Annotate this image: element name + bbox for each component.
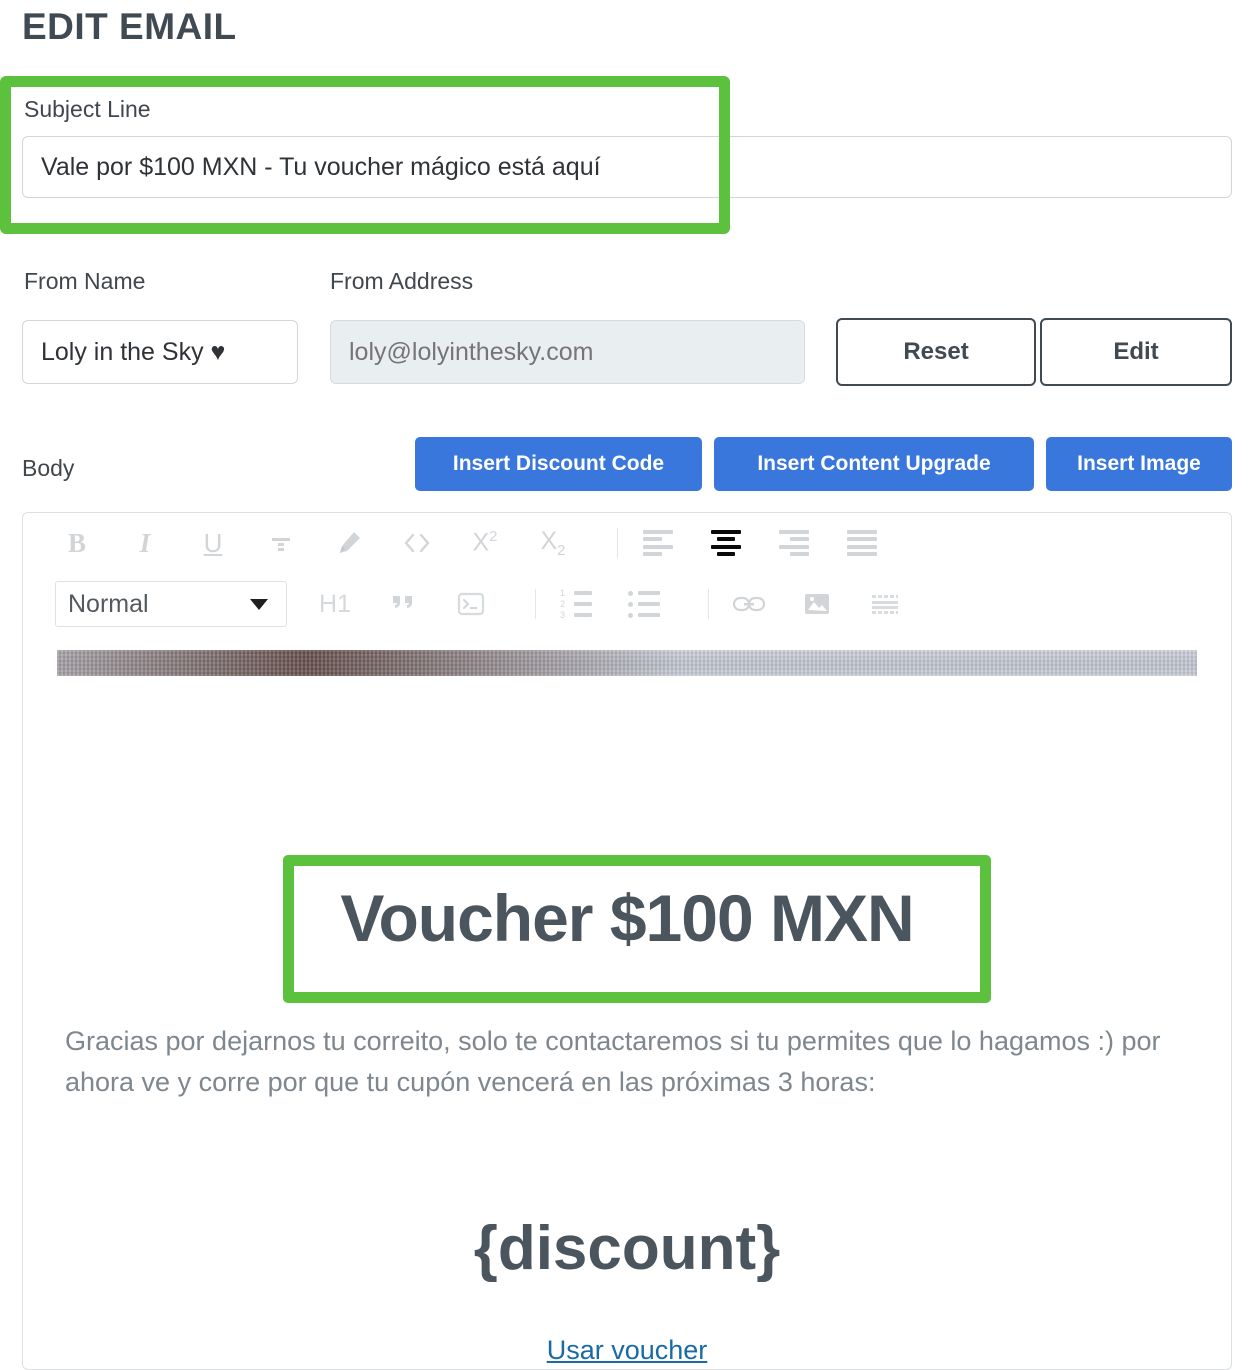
table-icon[interactable] bbox=[863, 582, 907, 626]
link-icon[interactable] bbox=[727, 582, 771, 626]
use-voucher-link-row: Usar voucher bbox=[23, 1335, 1231, 1366]
email-heading: Voucher $100 MXN bbox=[340, 881, 914, 955]
toolbar-divider bbox=[708, 589, 709, 619]
highlighter-icon[interactable] bbox=[327, 521, 371, 565]
insert-content-upgrade-button[interactable]: Insert Content Upgrade bbox=[714, 437, 1034, 491]
align-right-icon[interactable] bbox=[772, 521, 816, 565]
underline-icon[interactable]: U bbox=[191, 521, 235, 565]
strikethrough-icon[interactable] bbox=[259, 521, 303, 565]
subscript-icon[interactable]: X2 bbox=[531, 521, 575, 565]
page-title: EDIT EMAIL bbox=[22, 6, 237, 47]
blockquote-icon[interactable] bbox=[381, 582, 425, 626]
edit-button[interactable]: Edit bbox=[1040, 318, 1232, 386]
align-left-icon[interactable] bbox=[636, 521, 680, 565]
rich-text-editor: B I U X2 X2 Normal H1 1 2 3 Voucher $100… bbox=[22, 512, 1232, 1370]
subject-line-input[interactable] bbox=[22, 136, 1232, 198]
toolbar-row-blocks: Normal H1 1 2 3 bbox=[23, 573, 1231, 635]
format-select-value: Normal bbox=[68, 589, 149, 618]
from-address-input[interactable] bbox=[330, 320, 805, 384]
toolbar-divider bbox=[617, 528, 618, 558]
code-block-icon[interactable] bbox=[449, 582, 493, 626]
ordered-list-icon[interactable]: 1 2 3 bbox=[554, 582, 598, 626]
hero-image-strip bbox=[57, 650, 1197, 676]
discount-token: {discount} bbox=[473, 1214, 781, 1283]
italic-icon[interactable]: I bbox=[123, 521, 167, 565]
from-name-input[interactable] bbox=[22, 320, 298, 384]
bullet-list-icon[interactable] bbox=[622, 582, 666, 626]
from-address-label: From Address bbox=[330, 268, 474, 294]
align-justify-icon[interactable] bbox=[840, 521, 884, 565]
insert-discount-code-button[interactable]: Insert Discount Code bbox=[415, 437, 702, 491]
chevron-down-icon bbox=[250, 598, 268, 610]
email-paragraph: Gracias por dejarnos tu correito, solo t… bbox=[65, 1026, 1161, 1098]
image-icon[interactable] bbox=[795, 582, 839, 626]
edit-email-page: EDIT EMAIL Subject Line From Name From A… bbox=[0, 0, 1252, 1370]
code-icon[interactable] bbox=[395, 521, 439, 565]
toolbar-divider bbox=[535, 589, 536, 619]
body-label: Body bbox=[22, 455, 75, 481]
from-name-label: From Name bbox=[24, 268, 146, 294]
toolbar-row-formatting: B I U X2 X2 bbox=[23, 513, 1231, 573]
use-voucher-link[interactable]: Usar voucher bbox=[547, 1335, 708, 1365]
reset-button[interactable]: Reset bbox=[836, 318, 1036, 386]
superscript-icon[interactable]: X2 bbox=[463, 521, 507, 565]
insert-image-button[interactable]: Insert Image bbox=[1046, 437, 1232, 491]
subject-line-label: Subject Line bbox=[24, 96, 151, 122]
bold-icon[interactable]: B bbox=[55, 521, 99, 565]
align-center-icon[interactable] bbox=[704, 521, 748, 565]
editor-toolbar: B I U X2 X2 Normal H1 1 2 3 bbox=[23, 513, 1231, 635]
heading-1-icon[interactable]: H1 bbox=[313, 582, 357, 626]
format-select[interactable]: Normal bbox=[55, 581, 287, 627]
